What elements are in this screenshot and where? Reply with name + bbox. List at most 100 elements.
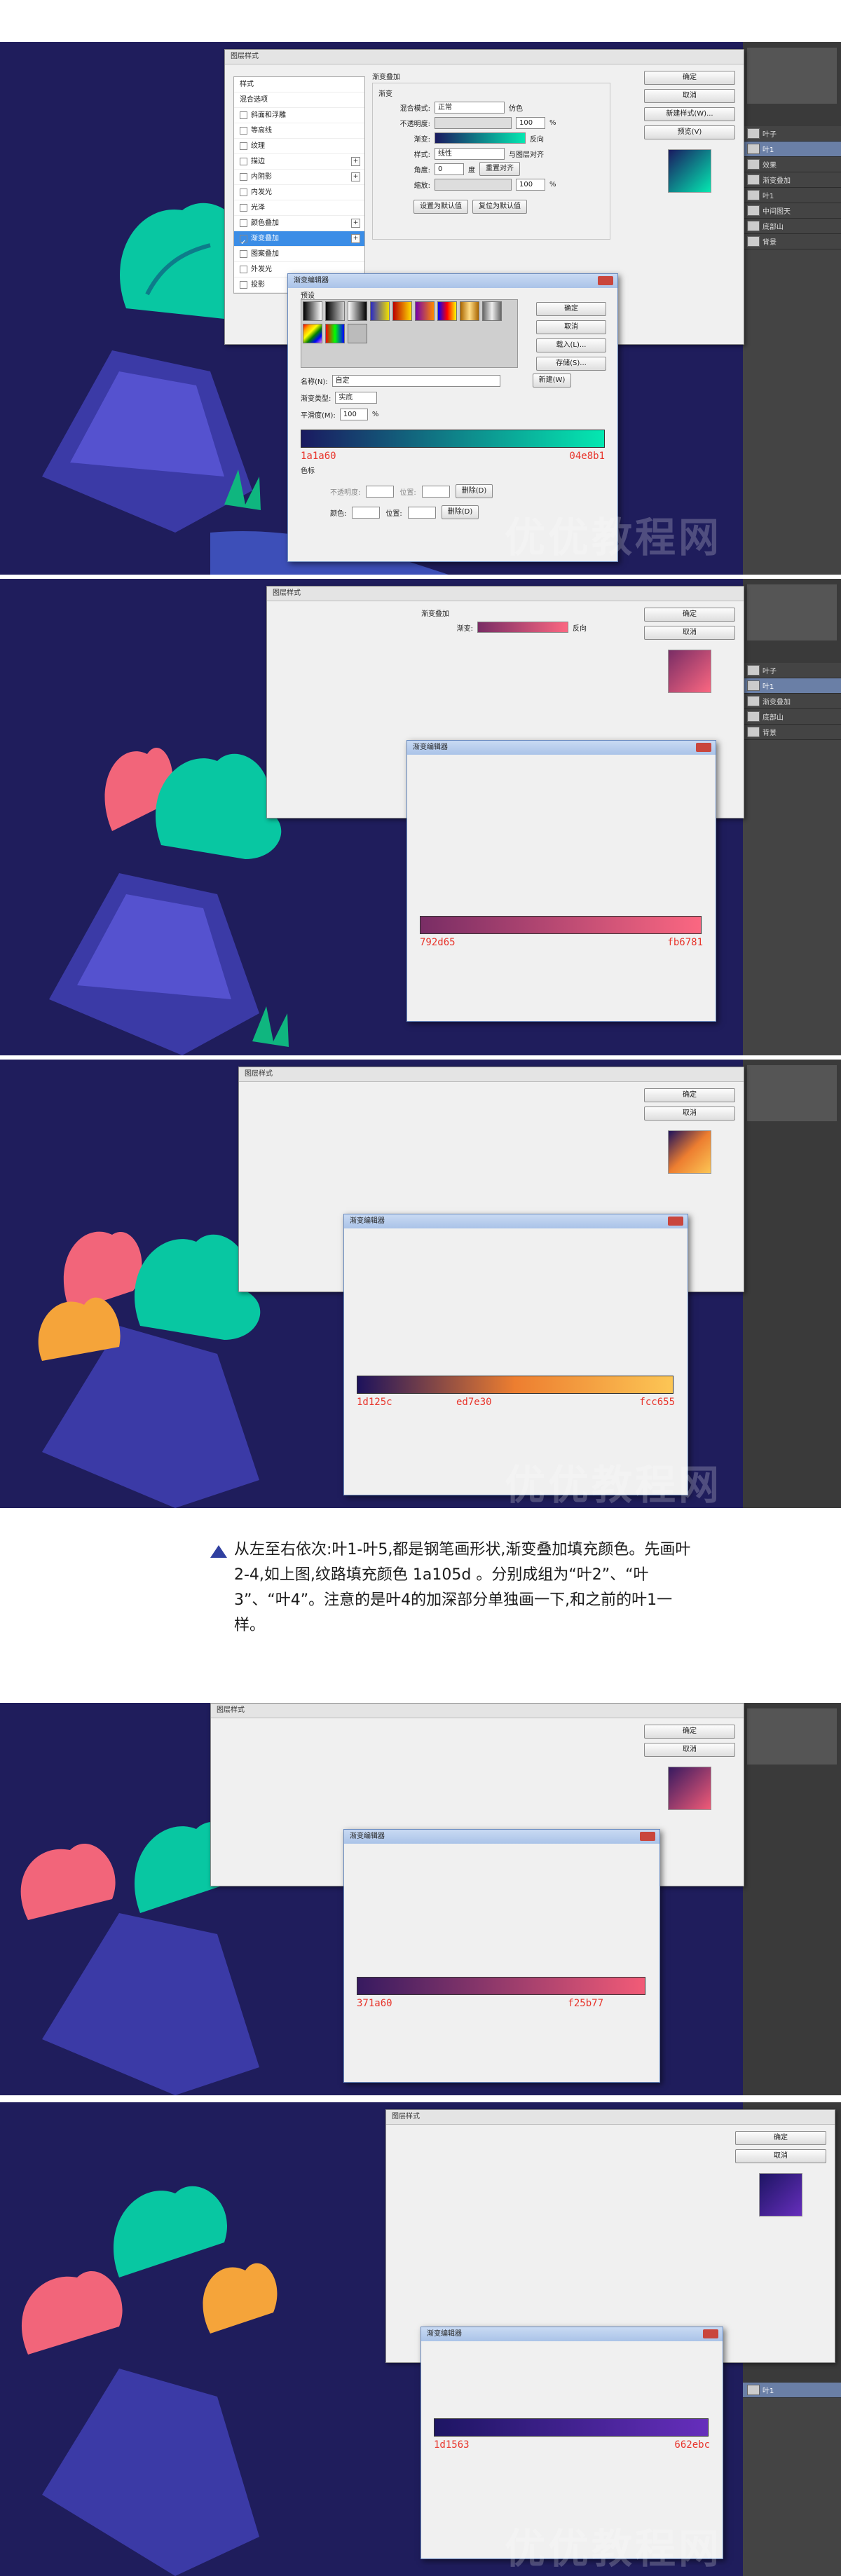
style-item-contour[interactable]: 等高线 <box>234 123 364 139</box>
set-default-button[interactable]: 设置为默认值 <box>413 200 468 214</box>
opacity-slider[interactable] <box>435 116 512 129</box>
checkbox[interactable] <box>240 158 247 165</box>
stop-color-swatch[interactable] <box>352 506 381 519</box>
scale-slider[interactable] <box>435 178 512 191</box>
layer-row[interactable]: 背景 <box>743 234 841 249</box>
checkbox[interactable] <box>240 189 247 196</box>
stop-location-input[interactable] <box>407 506 436 519</box>
style-item-satin[interactable]: 光泽 <box>234 200 364 216</box>
style-select[interactable]: 线性 <box>435 147 505 160</box>
new-style-button[interactable]: 新建样式(W)... <box>644 107 735 121</box>
close-icon[interactable] <box>640 1832 655 1841</box>
checkbox[interactable] <box>240 219 247 227</box>
layer-row[interactable]: 渐变叠加 <box>743 694 841 709</box>
ok-button[interactable]: 确定 <box>644 71 735 85</box>
preset-swatch[interactable] <box>303 324 322 343</box>
style-item-blending[interactable]: 混合选项 <box>234 93 364 108</box>
preset-swatch[interactable] <box>460 301 479 321</box>
checkbox[interactable] <box>240 173 247 181</box>
reverse-label[interactable]: 反向 <box>530 133 544 144</box>
checkbox[interactable] <box>240 111 247 119</box>
preset-swatch[interactable] <box>325 301 345 321</box>
layer-row[interactable]: 渐变叠加 <box>743 172 841 188</box>
plus-icon[interactable]: + <box>351 234 360 243</box>
checkbox[interactable] <box>240 142 247 150</box>
reverse-label[interactable]: 反向 <box>573 622 587 633</box>
preset-swatch[interactable] <box>348 301 367 321</box>
style-item-inner-glow[interactable]: 内发光 <box>234 185 364 200</box>
layer-row[interactable]: 效果 <box>743 157 841 172</box>
style-item-inner-shadow[interactable]: 内阴影 + <box>234 170 364 185</box>
layer-row[interactable]: 叶1 <box>743 678 841 694</box>
cancel-button[interactable]: 取消 <box>644 1743 735 1757</box>
presets-grid[interactable] <box>301 299 518 368</box>
preset-swatch[interactable] <box>370 301 390 321</box>
reset-default-button[interactable]: 复位为默认值 <box>472 200 527 214</box>
preset-swatch[interactable] <box>415 301 435 321</box>
opacity-input[interactable]: 100 <box>516 116 545 129</box>
checkbox[interactable] <box>240 127 247 135</box>
style-item-bevel[interactable]: 斜面和浮雕 <box>234 108 364 123</box>
blend-select[interactable]: 正常 <box>435 101 505 114</box>
checkbox[interactable] <box>240 281 247 289</box>
preset-swatch[interactable] <box>437 301 457 321</box>
close-icon[interactable] <box>703 2329 718 2338</box>
smooth-input[interactable]: 100 <box>339 409 368 420</box>
checkbox[interactable] <box>240 250 247 258</box>
layer-row[interactable]: 叶1 <box>743 188 841 203</box>
close-icon[interactable] <box>696 743 711 752</box>
gradient-swatch[interactable] <box>435 132 526 144</box>
gradient-bar[interactable] <box>420 916 702 934</box>
gradient-bar[interactable] <box>357 1376 674 1394</box>
cancel-button[interactable]: 取消 <box>644 89 735 103</box>
style-item-color-overlay[interactable]: 颜色叠加 + <box>234 216 364 231</box>
scale-input[interactable]: 100 <box>516 178 545 191</box>
preset-swatch[interactable] <box>303 301 322 321</box>
angle-input[interactable]: 0 <box>435 163 464 175</box>
swatches-panel[interactable] <box>747 48 837 104</box>
ok-button[interactable]: 确定 <box>644 1088 735 1102</box>
checkbox[interactable]: ✓ <box>240 235 247 247</box>
align-label[interactable]: 与图层对齐 <box>509 149 544 159</box>
new-button[interactable]: 新建(W) <box>532 374 572 388</box>
dither-label[interactable]: 仿色 <box>509 102 523 113</box>
checkbox[interactable] <box>240 204 247 212</box>
style-item-gradient-overlay[interactable]: ✓ 渐变叠加 + <box>234 231 364 247</box>
reset-align-button[interactable]: 重置对齐 <box>479 162 520 176</box>
ok-button[interactable]: 确定 <box>644 608 735 622</box>
stop-location-input[interactable] <box>421 485 450 498</box>
type-select[interactable]: 实底 <box>335 392 378 404</box>
plus-icon[interactable]: + <box>351 172 360 181</box>
layer-row[interactable]: 叶子 <box>743 126 841 142</box>
cancel-button[interactable]: 取消 <box>644 1107 735 1121</box>
name-input[interactable]: 自定 <box>331 374 500 387</box>
style-item-pattern-overlay[interactable]: 图案叠加 <box>234 247 364 262</box>
layer-row[interactable]: 底部山 <box>743 709 841 725</box>
layer-row[interactable]: 叶1 <box>743 142 841 157</box>
ok-button[interactable]: 确定 <box>536 302 606 316</box>
plus-icon[interactable]: + <box>351 219 360 228</box>
gradient-bar[interactable] <box>301 430 605 448</box>
preset-swatch[interactable] <box>325 324 345 343</box>
style-item-stroke[interactable]: 描边 + <box>234 154 364 170</box>
save-button[interactable]: 存储(S)... <box>536 357 606 371</box>
preset-swatch[interactable] <box>482 301 502 321</box>
ok-button[interactable]: 确定 <box>735 2131 826 2145</box>
preview-checkbox[interactable]: 预览(V) <box>644 125 735 139</box>
stop-opacity-input[interactable] <box>366 485 395 498</box>
swatches-panel[interactable] <box>747 584 837 640</box>
layer-row[interactable]: 叶子 <box>743 663 841 678</box>
style-item-texture[interactable]: 纹理 <box>234 139 364 154</box>
ok-button[interactable]: 确定 <box>644 1725 735 1739</box>
layer-row[interactable]: 背景 <box>743 725 841 740</box>
gradient-bar[interactable] <box>434 2418 709 2437</box>
layer-row[interactable]: 叶1 <box>743 2383 841 2398</box>
gradient-swatch[interactable] <box>477 622 568 633</box>
load-button[interactable]: 载入(L)... <box>536 338 606 352</box>
delete-button[interactable]: 删除(D) <box>441 505 479 519</box>
cancel-button[interactable]: 取消 <box>644 626 735 640</box>
swatches-panel[interactable] <box>747 1708 837 1765</box>
preset-swatch[interactable] <box>348 324 367 343</box>
layer-row[interactable]: 底部山 <box>743 219 841 234</box>
layer-row[interactable]: 中间图天 <box>743 203 841 219</box>
